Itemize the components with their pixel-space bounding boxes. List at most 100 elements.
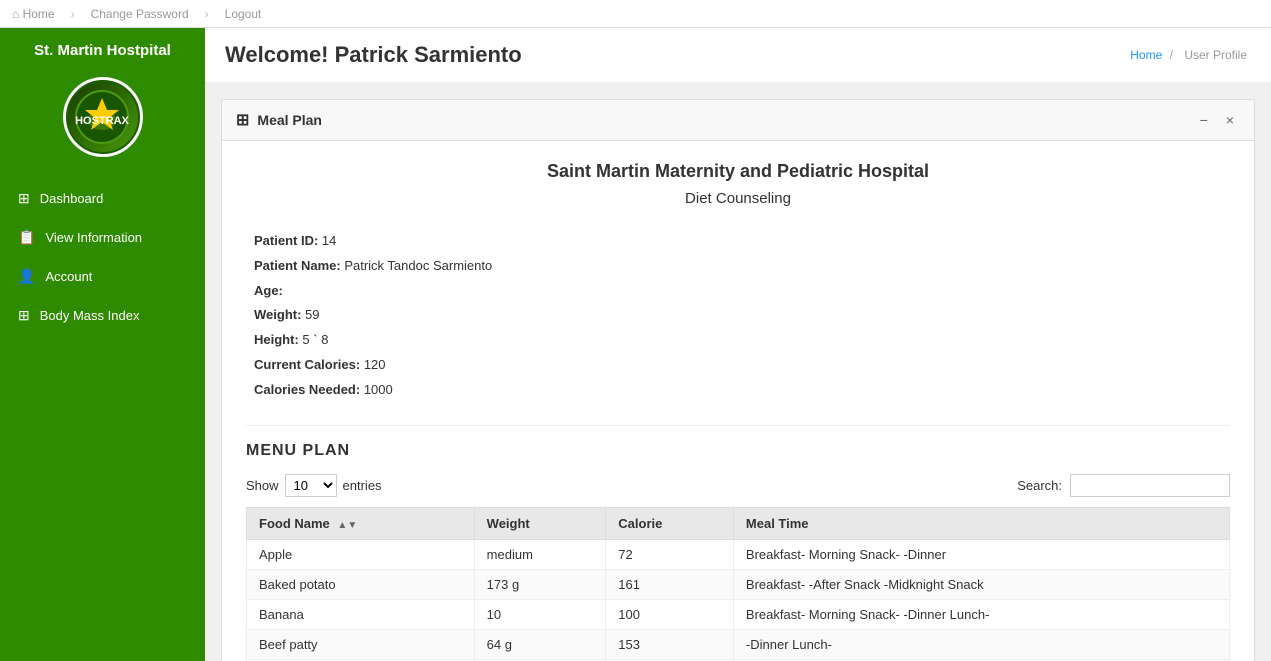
nav-change-password[interactable]: Change Password (91, 7, 189, 21)
nav-separator-2: › (205, 7, 209, 21)
panel-header: ⊞ Meal Plan − × (222, 100, 1254, 141)
patient-height-label: Height: (254, 332, 299, 347)
col-weight: Weight (474, 507, 606, 539)
search-control: Search: (1017, 474, 1230, 497)
content-header: Welcome! Patrick Sarmiento Home / User P… (205, 28, 1271, 83)
patient-calories-needed-label: Calories Needed: (254, 382, 360, 397)
breadcrumb-separator: / (1170, 48, 1173, 62)
cell-weight: 173 g (474, 569, 606, 599)
patient-id-value: 14 (322, 233, 336, 248)
cell-meal_time: Breakfast- -After Snack -Midknight Snack (733, 569, 1229, 599)
show-label: Show (246, 478, 279, 493)
panel-actions: − × (1194, 110, 1240, 130)
account-icon: 👤 (18, 268, 35, 285)
sidebar-item-label-account: Account (45, 269, 92, 284)
cell-food_name: Beef patty (247, 629, 475, 659)
table-header-row: Food Name ▲▼ Weight Calorie Meal Time (247, 507, 1230, 539)
sidebar-item-dashboard[interactable]: ⊞ Dashboard (0, 179, 205, 218)
cell-calorie: 161 (606, 569, 734, 599)
food-table: Food Name ▲▼ Weight Calorie Meal Time (246, 507, 1230, 661)
patient-age-row: Age: (254, 281, 1222, 302)
entries-label: entries (343, 478, 382, 493)
sidebar: St. Martin Hostpital HOSTRAX ⊞ Dashboard… (0, 28, 205, 661)
panel-close-button[interactable]: × (1220, 110, 1240, 130)
show-entries-control: Show 10 25 50 100 entries (246, 474, 382, 497)
sidebar-navigation: ⊞ Dashboard 📋 View Information 👤 Account… (0, 179, 205, 335)
sidebar-item-label-information: View Information (45, 230, 142, 245)
sort-icon-food[interactable]: ▲▼ (337, 520, 357, 531)
cell-food_name: Banana (247, 599, 475, 629)
table-header: Food Name ▲▼ Weight Calorie Meal Time (247, 507, 1230, 539)
panel-title-text: Meal Plan (257, 112, 322, 128)
patient-current-calories-row: Current Calories: 120 (254, 355, 1222, 376)
menu-plan-title: MENU PLAN (246, 442, 1230, 460)
patient-height-row: Height: 5 ` 8 (254, 330, 1222, 351)
table-row: Baked potato173 g161Breakfast- -After Sn… (247, 569, 1230, 599)
patient-id-label: Patient ID: (254, 233, 318, 248)
sidebar-title: St. Martin Hostpital (0, 28, 205, 69)
cell-weight: 10 (474, 599, 606, 629)
patient-age-label: Age: (254, 283, 283, 298)
panel-body: Saint Martin Maternity and Pediatric Hos… (222, 141, 1254, 661)
patient-id-row: Patient ID: 14 (254, 231, 1222, 252)
sidebar-item-label-bmi: Body Mass Index (40, 308, 140, 323)
nav-separator-1: › (71, 7, 75, 21)
patient-calories-needed-value: 1000 (364, 382, 393, 397)
meal-plan-panel: ⊞ Meal Plan − × Saint Martin Maternity a… (221, 99, 1255, 661)
patient-weight-value: 59 (305, 307, 319, 322)
cell-meal_time: Breakfast- Morning Snack- -Dinner (733, 539, 1229, 569)
grid-icon: ⊞ (236, 110, 249, 130)
cell-weight: medium (474, 539, 606, 569)
logo-image: HOSTRAX (68, 82, 138, 152)
table-row: Applemedium72Breakfast- Morning Snack- -… (247, 539, 1230, 569)
sidebar-item-label-dashboard: Dashboard (40, 191, 104, 206)
panel-title: ⊞ Meal Plan (236, 110, 322, 130)
cell-food_name: Apple (247, 539, 475, 569)
patient-name-row: Patient Name: Patrick Tandoc Sarmiento (254, 256, 1222, 277)
dashboard-icon: ⊞ (18, 190, 30, 207)
bmi-icon: ⊞ (18, 307, 30, 324)
page-title: Welcome! Patrick Sarmiento (225, 42, 522, 68)
nav-home[interactable]: ⌂ Home (12, 7, 55, 21)
hospital-name: Saint Martin Maternity and Pediatric Hos… (246, 161, 1230, 182)
patient-calories-needed-row: Calories Needed: 1000 (254, 380, 1222, 401)
table-row: Banana10100Breakfast- Morning Snack- -Di… (247, 599, 1230, 629)
entries-select[interactable]: 10 25 50 100 (285, 474, 337, 497)
patient-current-calories-label: Current Calories: (254, 357, 360, 372)
sidebar-logo: HOSTRAX (63, 77, 143, 157)
sidebar-item-account[interactable]: 👤 Account (0, 257, 205, 296)
nav-logout[interactable]: Logout (225, 7, 262, 21)
search-input[interactable] (1070, 474, 1230, 497)
patient-info: Patient ID: 14 Patient Name: Patrick Tan… (246, 231, 1230, 401)
breadcrumb-current: User Profile (1184, 48, 1247, 62)
logo-svg: HOSTRAX (75, 90, 130, 145)
col-food-name: Food Name ▲▼ (247, 507, 475, 539)
svg-text:HOSTRAX: HOSTRAX (75, 115, 129, 127)
panel-minimize-button[interactable]: − (1194, 110, 1214, 130)
cell-weight: 64 g (474, 629, 606, 659)
col-calorie: Calorie (606, 507, 734, 539)
patient-weight-label: Weight: (254, 307, 301, 322)
cell-meal_time: -Dinner Lunch- (733, 629, 1229, 659)
cell-meal_time: Breakfast- Morning Snack- -Dinner Lunch- (733, 599, 1229, 629)
top-nav: ⌂ Home › Change Password › Logout (0, 0, 1271, 28)
cell-calorie: 153 (606, 629, 734, 659)
col-meal-time: Meal Time (733, 507, 1229, 539)
information-icon: 📋 (18, 229, 35, 246)
cell-calorie: 72 (606, 539, 734, 569)
breadcrumb-home[interactable]: Home (1130, 48, 1162, 62)
patient-current-calories-value: 120 (364, 357, 386, 372)
breadcrumb: Home / User Profile (1130, 48, 1251, 62)
sidebar-item-view-information[interactable]: 📋 View Information (0, 218, 205, 257)
table-controls: Show 10 25 50 100 entries Search: (246, 474, 1230, 497)
sidebar-item-body-mass-index[interactable]: ⊞ Body Mass Index (0, 296, 205, 335)
main-content: Welcome! Patrick Sarmiento Home / User P… (205, 28, 1271, 661)
patient-height-value: 5 ` 8 (302, 332, 328, 347)
diet-subtitle: Diet Counseling (246, 190, 1230, 207)
divider (246, 425, 1230, 426)
search-label: Search: (1017, 478, 1062, 493)
patient-name-label: Patient Name: (254, 258, 341, 273)
patient-weight-row: Weight: 59 (254, 305, 1222, 326)
table-row: Beef patty64 g153-Dinner Lunch- (247, 629, 1230, 659)
cell-food_name: Baked potato (247, 569, 475, 599)
